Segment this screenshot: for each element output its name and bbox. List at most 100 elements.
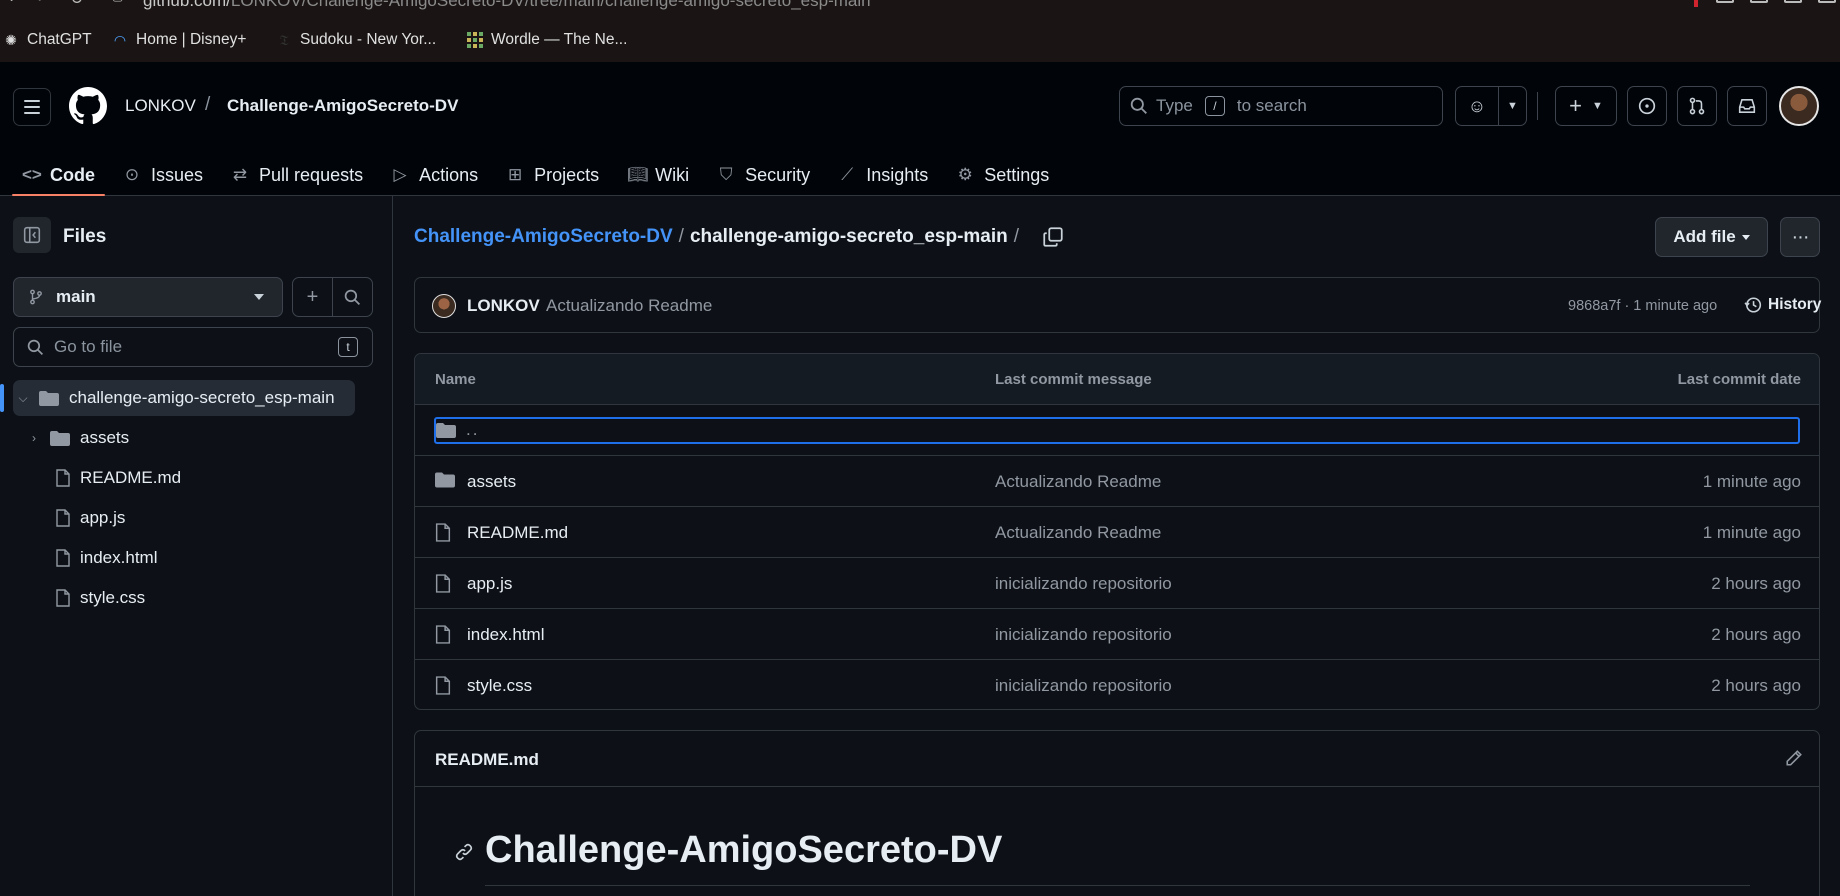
tab-wiki[interactable]: 📖︎ Wiki <box>617 154 699 196</box>
browser-chrome: ‹ › ↻ ▢ github.com/LONKOV/Challenge-Amig… <box>0 0 1840 62</box>
search-icon <box>27 339 44 356</box>
tab-code[interactable]: <> Code <box>12 154 105 196</box>
tab-issues[interactable]: ⊙ Issues <box>113 154 213 196</box>
commit-message-link[interactable]: inicializando repositorio <box>995 625 1172 645</box>
breadcrumb-repo-link[interactable]: Challenge-AmigoSecreto-DV <box>414 226 673 248</box>
user-avatar[interactable] <box>1779 86 1819 126</box>
issues-button[interactable] <box>1627 86 1667 126</box>
commit-message-link[interactable]: inicializando repositorio <box>995 676 1172 696</box>
copilot-icon[interactable]: ☺ <box>1456 87 1499 125</box>
pull-requests-button[interactable] <box>1677 86 1717 126</box>
tab-security[interactable]: ⛉ Security <box>707 154 820 196</box>
tree-item-label: challenge-amigo-secreto_esp-main <box>69 388 335 407</box>
table-row[interactable]: index.html inicializando repositorio 2 h… <box>415 609 1819 660</box>
wordle-icon <box>467 32 483 48</box>
forward-icon[interactable]: › <box>38 0 43 7</box>
search-icon <box>1130 97 1147 114</box>
reload-icon[interactable]: ↻ <box>70 0 83 9</box>
site-info-icon[interactable]: ▢ <box>112 0 123 3</box>
add-file-button[interactable]: + <box>293 278 333 316</box>
menu-icon[interactable] <box>1818 0 1836 3</box>
commit-sha-time[interactable]: 9868a7f · 1 minute ago <box>1568 298 1717 314</box>
file-name-link[interactable]: index.html <box>467 625 544 645</box>
go-to-file-input[interactable]: Go to file t <box>13 327 373 367</box>
file-name-link[interactable]: style.css <box>467 676 532 696</box>
repo-owner-link[interactable]: LONKOV <box>125 96 196 116</box>
search-input[interactable]: Type / to search <box>1119 86 1443 126</box>
parent-directory-link[interactable]: .. <box>466 420 479 440</box>
commit-message-link[interactable]: Actualizando Readme <box>546 296 712 316</box>
more-options-button[interactable]: ··· <box>1780 217 1820 257</box>
file-icon <box>56 509 70 527</box>
branch-selector[interactable]: main <box>13 277 283 317</box>
file-name-link[interactable]: README.md <box>467 523 568 543</box>
shield-icon: ⛉ <box>719 165 733 184</box>
back-icon[interactable]: ‹ <box>8 0 13 7</box>
tab-label: Insights <box>866 164 929 185</box>
plus-icon: + <box>1569 93 1582 118</box>
tree-item-app-js[interactable]: app.js <box>56 500 125 536</box>
table-row[interactable]: style.css inicializando repositorio 2 ho… <box>415 660 1819 709</box>
branch-name: main <box>56 287 96 306</box>
url-text[interactable]: github.com/LONKOV/Challenge-AmigoSecreto… <box>143 0 871 11</box>
sidebar-collapse-icon <box>23 226 41 244</box>
search-files-button[interactable] <box>333 278 372 316</box>
book-icon: 📖︎ <box>627 165 649 184</box>
tab-insights[interactable]: ⟋ Insights <box>828 154 938 196</box>
download-icon[interactable] <box>1784 0 1802 3</box>
collapse-sidebar-button[interactable] <box>13 217 51 253</box>
extensions-icon[interactable] <box>1716 0 1734 3</box>
link-icon[interactable] <box>455 843 473 861</box>
repo-name-link[interactable]: Challenge-AmigoSecreto-DV <box>227 96 458 116</box>
chevron-down-icon <box>1741 234 1750 240</box>
copilot-button[interactable]: ☺ ▼ <box>1455 86 1527 126</box>
bookmark-disney[interactable]: ◠ Home | Disney+ <box>112 31 247 49</box>
commit-author-link[interactable]: LONKOV <box>467 296 540 316</box>
bookmark-chatgpt[interactable]: ✺ ChatGPT <box>3 31 92 49</box>
history-label: History <box>1768 296 1822 313</box>
focus-ring: .. <box>434 417 1800 444</box>
commit-author-avatar[interactable] <box>432 294 456 318</box>
readme-header: README.md <box>415 731 1819 787</box>
bookmark-wordle[interactable]: Wordle — The Ne... <box>467 31 627 49</box>
tree-item-style-css[interactable]: style.css <box>56 580 145 616</box>
go-to-file-shortcut: t <box>338 337 358 357</box>
profile-icon[interactable] <box>1750 0 1768 3</box>
pull-request-icon: ⇄ <box>232 165 248 184</box>
bookmark-sudoku[interactable]: 𝔗 Sudoku - New Yor... <box>276 31 436 49</box>
github-logo-icon[interactable] <box>69 87 107 125</box>
pencil-icon[interactable] <box>1785 749 1803 767</box>
copy-path-icon[interactable] <box>1043 227 1063 247</box>
file-tree-sidebar: Files main + Go to file t ⌵ challenge-am… <box>0 196 393 896</box>
tab-pull-requests[interactable]: ⇄ Pull requests <box>221 154 373 196</box>
tree-item-assets[interactable]: › assets <box>26 420 129 456</box>
parent-directory-row[interactable]: .. <box>415 405 1819 456</box>
bookmark-label: ChatGPT <box>27 31 92 48</box>
readme-panel: README.md Challenge-AmigoSecreto-DV <box>414 730 1820 896</box>
table-row[interactable]: README.md Actualizando Readme 1 minute a… <box>415 507 1819 558</box>
history-icon <box>1744 297 1762 313</box>
table-row[interactable]: assets Actualizando Readme 1 minute ago <box>415 456 1819 507</box>
file-name-link[interactable]: assets <box>467 472 516 492</box>
commit-message-link[interactable]: Actualizando Readme <box>995 523 1161 543</box>
readme-filename[interactable]: README.md <box>435 750 539 770</box>
address-bar[interactable]: ‹ › ↻ ▢ github.com/LONKOV/Challenge-Amig… <box>0 0 1840 11</box>
tab-projects[interactable]: ⊞ Projects <box>496 154 609 196</box>
table-row[interactable]: app.js inicializando repositorio 2 hours… <box>415 558 1819 609</box>
add-file-button[interactable]: Add file <box>1655 217 1768 257</box>
file-name-link[interactable]: app.js <box>467 574 512 594</box>
tree-item-readme[interactable]: README.md <box>56 460 181 496</box>
tab-settings[interactable]: ⚙ Settings <box>946 154 1059 196</box>
tree-item-root-folder[interactable]: ⌵ challenge-amigo-secreto_esp-main <box>0 380 355 416</box>
history-button[interactable]: History <box>1744 296 1821 314</box>
commit-message-link[interactable]: Actualizando Readme <box>995 472 1161 492</box>
tab-actions[interactable]: ▷ Actions <box>381 154 488 196</box>
commit-message-link[interactable]: inicializando repositorio <box>995 574 1172 594</box>
gear-icon: ⚙ <box>957 165 973 184</box>
open-menu-button[interactable] <box>13 88 51 126</box>
tree-item-index-html[interactable]: index.html <box>56 540 157 576</box>
create-new-button[interactable]: + ▼ <box>1555 86 1617 126</box>
chevron-down-icon[interactable]: ▼ <box>1499 100 1526 112</box>
inbox-button[interactable] <box>1727 86 1767 126</box>
column-header-name: Name <box>435 371 476 388</box>
